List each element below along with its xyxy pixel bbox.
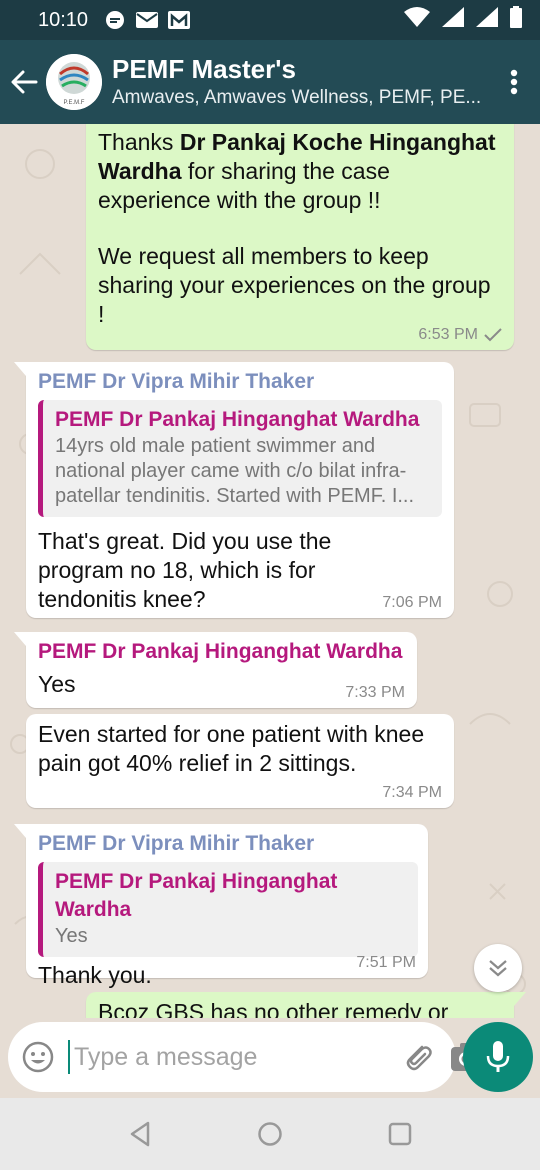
notification-dot-icon <box>104 9 126 31</box>
scroll-to-bottom-button[interactable] <box>474 944 522 992</box>
quoted-sender: PEMF Dr Pankaj Hinganghat Wardha <box>55 408 420 431</box>
double-chevron-down-icon <box>489 960 507 977</box>
smiley-icon <box>22 1041 54 1073</box>
message-text: That's great. Did you use the program no… <box>38 528 332 612</box>
message-input[interactable] <box>68 1040 396 1074</box>
quoted-message[interactable]: PEMF Dr Pankaj Hinganghat Wardha Yes <box>38 862 418 957</box>
wifi-icon <box>404 7 430 33</box>
message-incoming[interactable]: Even started for one patient with knee p… <box>26 714 454 808</box>
message-incoming[interactable]: PEMF Dr Vipra Mihir Thaker PEMF Dr Panka… <box>14 362 454 618</box>
chat-header[interactable]: P.E.M.F PEMF Master's Amwaves, Amwaves W… <box>0 40 540 124</box>
nav-back-button[interactable] <box>120 1114 160 1154</box>
signal-2-icon <box>476 7 498 33</box>
message-composer[interactable] <box>8 1022 481 1092</box>
svg-text:P.E.M.F: P.E.M.F <box>64 100 85 106</box>
sender-name: PEMF Dr Vipra Mihir Thaker <box>38 370 315 393</box>
system-nav-bar <box>0 1098 540 1170</box>
sender-name: PEMF Dr Vipra Mihir Thaker <box>38 832 315 855</box>
group-participants: Amwaves, Amwaves Wellness, PEMF, PE... <box>112 87 482 108</box>
text-segment: Thanks <box>98 129 180 155</box>
attach-button[interactable] <box>402 1037 434 1077</box>
quoted-sender: PEMF Dr Pankaj Hinganghat Wardha <box>55 870 338 921</box>
chat-area[interactable]: Thanks Dr Pankaj Koche Hinganghat Wardha… <box>0 124 540 1018</box>
message-text: Thanks Dr Pankaj Koche Hinganghat Wardha… <box>98 128 498 215</box>
gmail-icon <box>168 9 191 31</box>
quoted-text: Yes <box>55 925 88 947</box>
more-vert-icon <box>510 69 518 95</box>
voice-message-button[interactable] <box>463 1022 533 1092</box>
triangle-back-icon <box>130 1121 150 1147</box>
message-incoming[interactable]: PEMF Dr Vipra Mihir Thaker PEMF Dr Panka… <box>14 824 428 988</box>
back-button[interactable] <box>4 40 44 124</box>
bubble-tail <box>514 992 526 1006</box>
mail-icon <box>136 9 159 31</box>
message-time: 7:06 PM <box>382 594 442 611</box>
message-text: Even started for one patient with knee p… <box>38 721 425 776</box>
check-icon <box>484 328 502 342</box>
status-time: 10:10 <box>38 8 89 31</box>
emoji-button[interactable] <box>22 1039 54 1075</box>
circle-home-icon <box>258 1122 282 1146</box>
group-logo-icon: P.E.M.F <box>46 54 102 110</box>
message-time: 7:51 PM <box>356 954 416 971</box>
quoted-text: 14yrs old male patient swimmer and natio… <box>55 435 415 507</box>
nav-recents-button[interactable] <box>380 1114 420 1154</box>
message-meta: 7:51 PM <box>356 954 416 972</box>
sender-name: PEMF Dr Pankaj Hinganghat Wardha <box>38 640 403 663</box>
microphone-icon <box>486 1041 510 1072</box>
paperclip-icon <box>406 1045 432 1071</box>
arrow-left-icon <box>11 70 38 94</box>
nav-home-button[interactable] <box>250 1114 290 1154</box>
group-avatar[interactable]: P.E.M.F <box>46 54 102 110</box>
signal-icon <box>442 7 464 33</box>
status-bar: 10:10 <box>0 0 540 40</box>
message-meta: 7:34 PM <box>382 784 442 802</box>
chat-title-block[interactable]: PEMF Master's Amwaves, Amwaves Wellness,… <box>112 53 494 111</box>
message-meta: 7:06 PM <box>382 594 442 612</box>
message-time: 7:34 PM <box>382 784 442 801</box>
quoted-message[interactable]: PEMF Dr Pankaj Hinganghat Wardha 14yrs o… <box>38 400 442 517</box>
message-outgoing[interactable]: Bcoz GBS has no other remedy or <box>86 992 526 1018</box>
message-text: Bcoz GBS has no other remedy or <box>98 999 449 1018</box>
message-time: 6:53 PM <box>418 326 478 343</box>
message-outgoing[interactable]: Thanks Dr Pankaj Koche Hinganghat Wardha… <box>86 124 514 350</box>
bubble-tail <box>14 362 26 376</box>
message-incoming[interactable]: PEMF Dr Pankaj Hinganghat Wardha Yes 7:3… <box>14 632 417 708</box>
message-meta: 7:33 PM <box>345 684 405 702</box>
bubble-tail <box>14 824 26 838</box>
message-text-paragraph: We request all members to keep sharing y… <box>98 243 491 327</box>
bubble-tail <box>14 632 26 646</box>
group-name: PEMF Master's <box>112 54 296 84</box>
message-time: 7:33 PM <box>345 684 405 701</box>
battery-icon <box>510 6 522 34</box>
message-meta: 6:53 PM <box>418 326 502 344</box>
overflow-menu-button[interactable] <box>494 40 534 124</box>
square-recents-icon <box>388 1122 412 1146</box>
